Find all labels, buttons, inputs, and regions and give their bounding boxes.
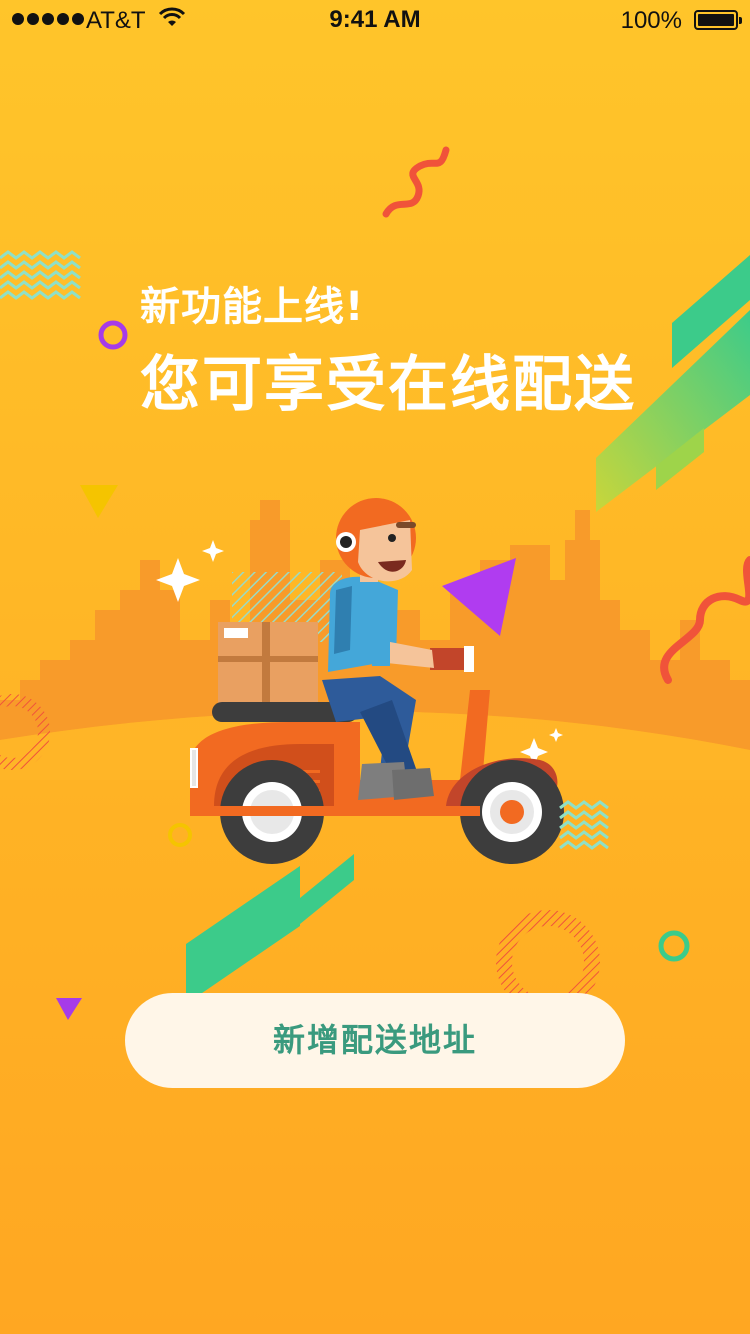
- delivery-illustration: [0, 146, 750, 1020]
- add-delivery-address-button[interactable]: 新增配送地址: [125, 993, 625, 1088]
- triangle-icon: [80, 485, 118, 518]
- promo-subtitle: 新功能上线!: [140, 284, 365, 330]
- promo-title: 您可享受在线配送: [140, 350, 636, 420]
- app-screen: AT&T 9:41 AM 100% 新功能上线! 您可享受在线配送 新增配送地址: [0, 0, 750, 1334]
- squiggle-icon: [382, 146, 450, 218]
- ring-icon: [98, 320, 128, 350]
- zigzag-icon: [0, 250, 81, 300]
